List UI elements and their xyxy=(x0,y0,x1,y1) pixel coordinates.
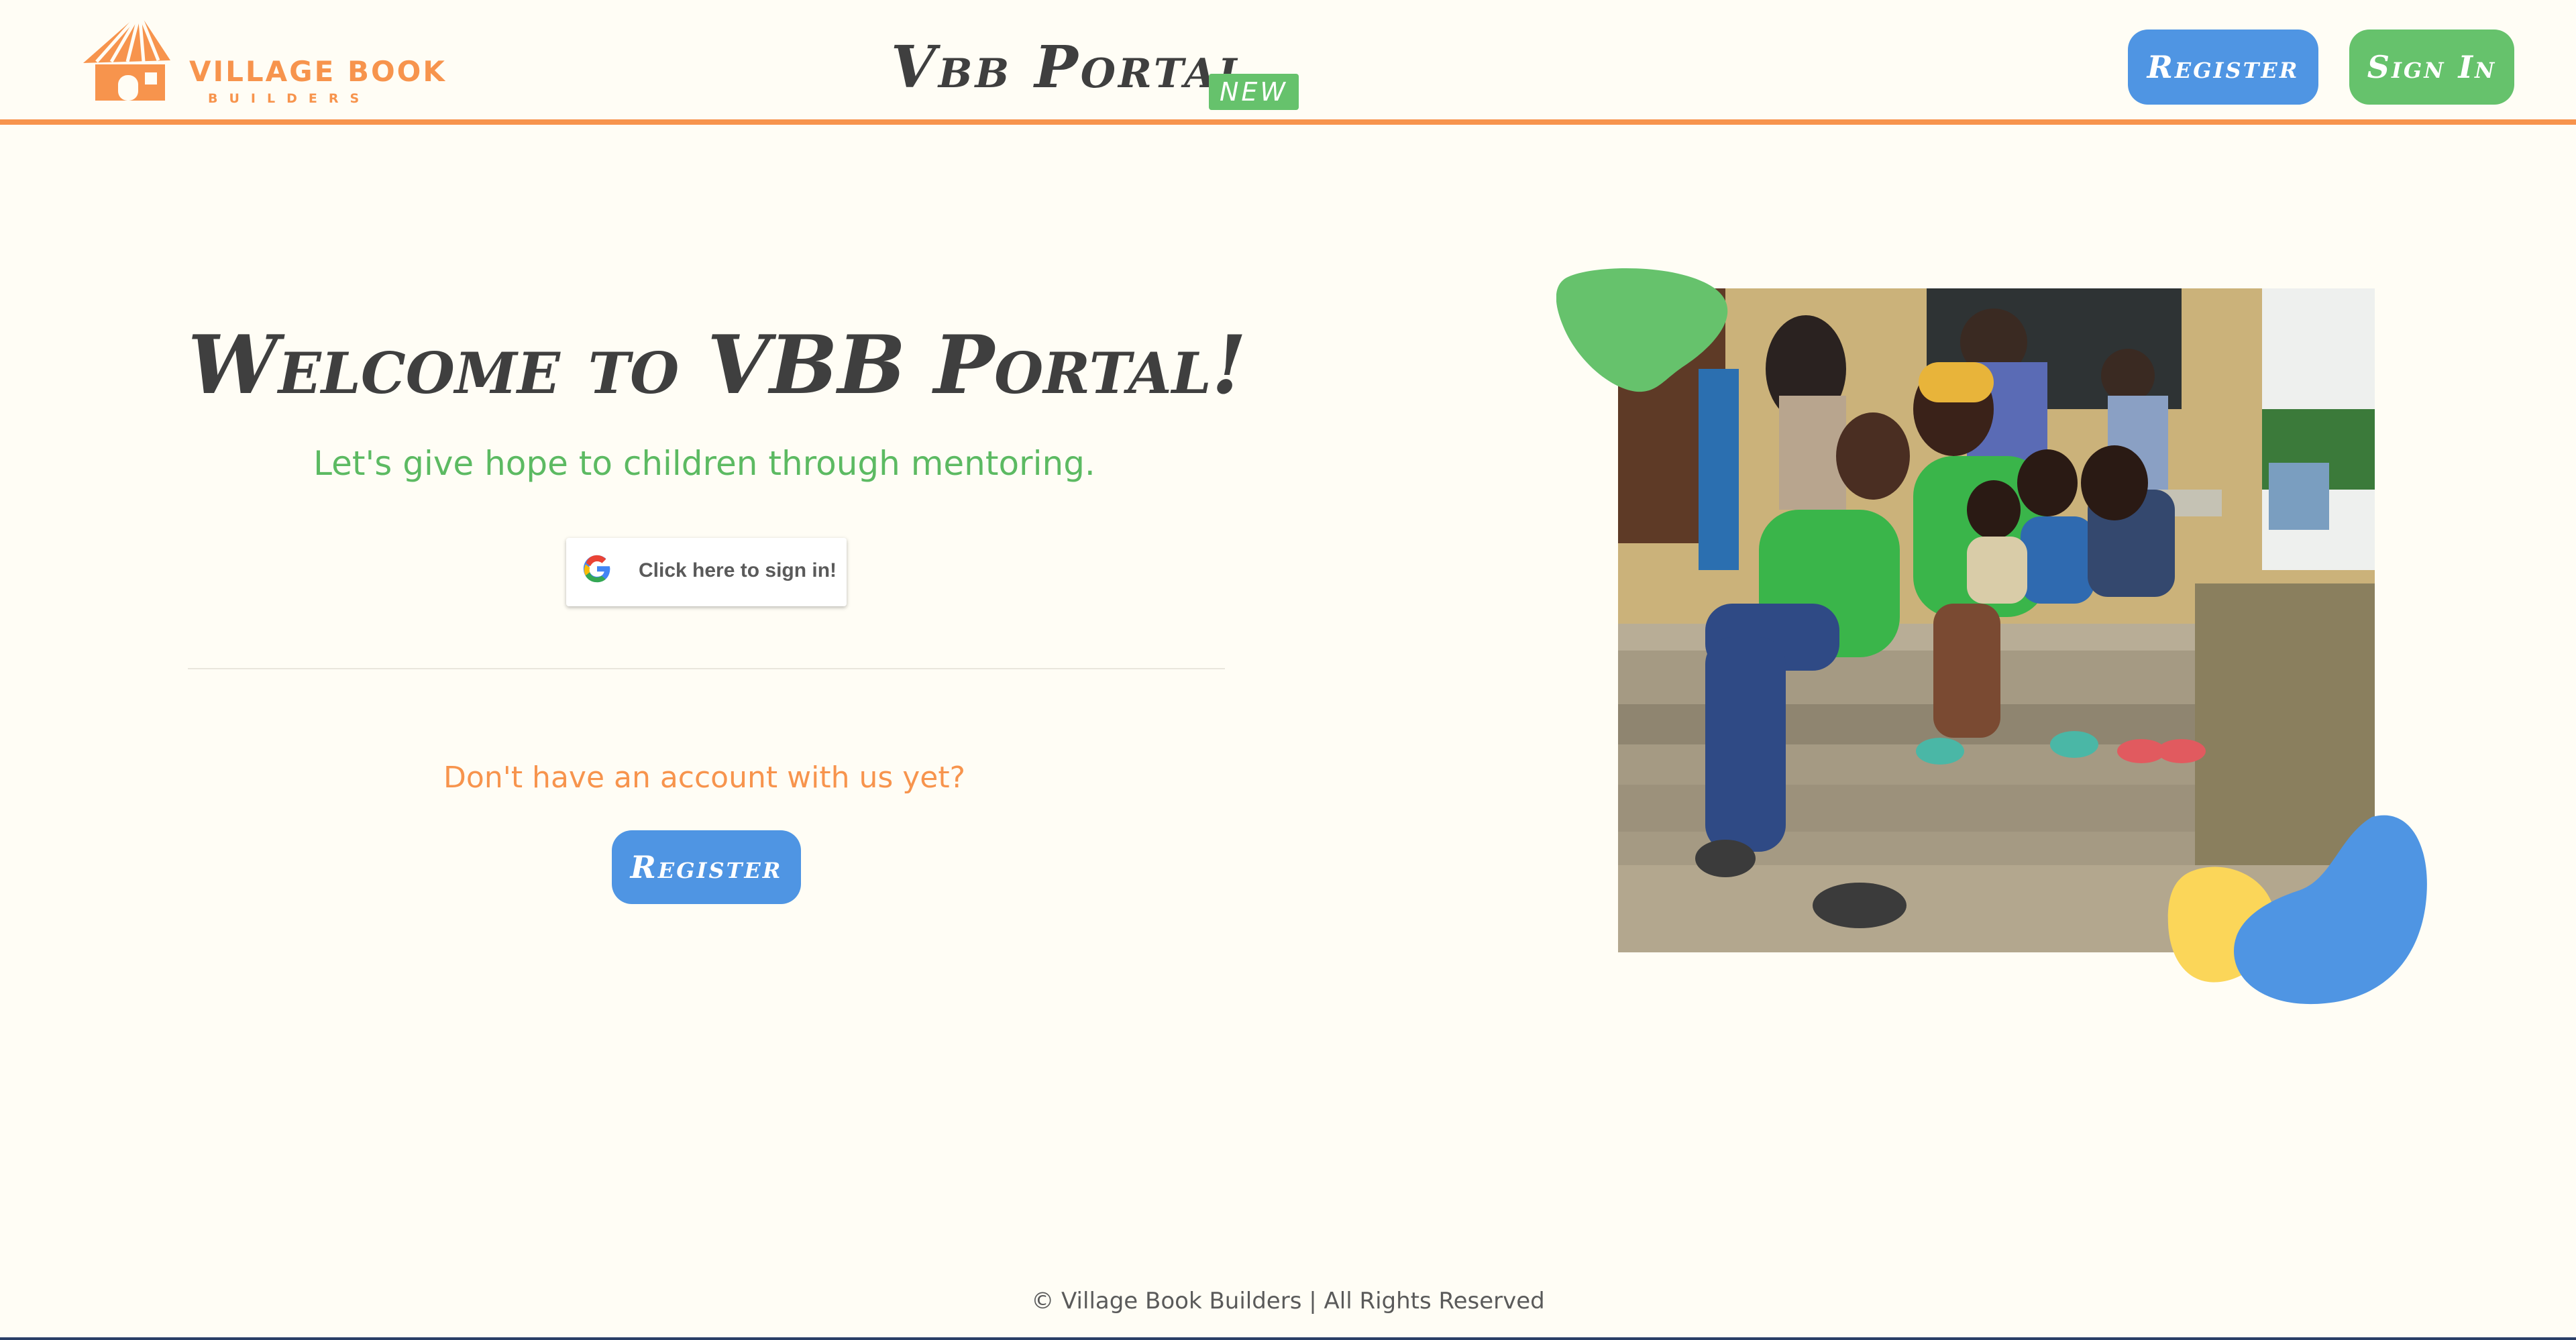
hut-logo-icon xyxy=(83,12,170,101)
footer-copyright: © Village Book Builders | All Rights Res… xyxy=(1031,1288,1545,1315)
new-badge: NEW xyxy=(1209,74,1299,110)
logo-text-secondary: BUILDERS xyxy=(208,91,371,106)
no-account-prompt: Don't have an account with us yet? xyxy=(443,761,965,795)
village-book-builders-logo[interactable]: VILLAGE BOOK BUILDERS xyxy=(70,11,445,106)
tagline: Let's give hope to children through ment… xyxy=(313,444,1095,483)
green-decorative-blob xyxy=(1556,268,1728,392)
section-divider xyxy=(188,668,1225,669)
footer-bar xyxy=(0,1337,2576,1340)
header-sign-in-button[interactable]: Sign In xyxy=(2349,30,2514,105)
welcome-heading: Welcome to VBB Portal! xyxy=(188,318,1247,412)
site-header: VILLAGE BOOK BUILDERS Vbb Portal NEW Reg… xyxy=(0,0,2576,125)
header-register-button[interactable]: Register xyxy=(2128,30,2318,105)
logo-text-primary: VILLAGE BOOK xyxy=(189,55,447,88)
google-sign-in-label: Click here to sign in! xyxy=(639,559,837,581)
hero-image-section xyxy=(1543,255,2442,1019)
register-button[interactable]: Register xyxy=(612,830,801,904)
google-g-icon xyxy=(583,555,610,583)
page-title: Vbb Portal xyxy=(891,34,1249,101)
blue-decorative-blob xyxy=(2234,815,2427,1005)
google-sign-in-button[interactable]: Click here to sign in! xyxy=(566,538,847,606)
